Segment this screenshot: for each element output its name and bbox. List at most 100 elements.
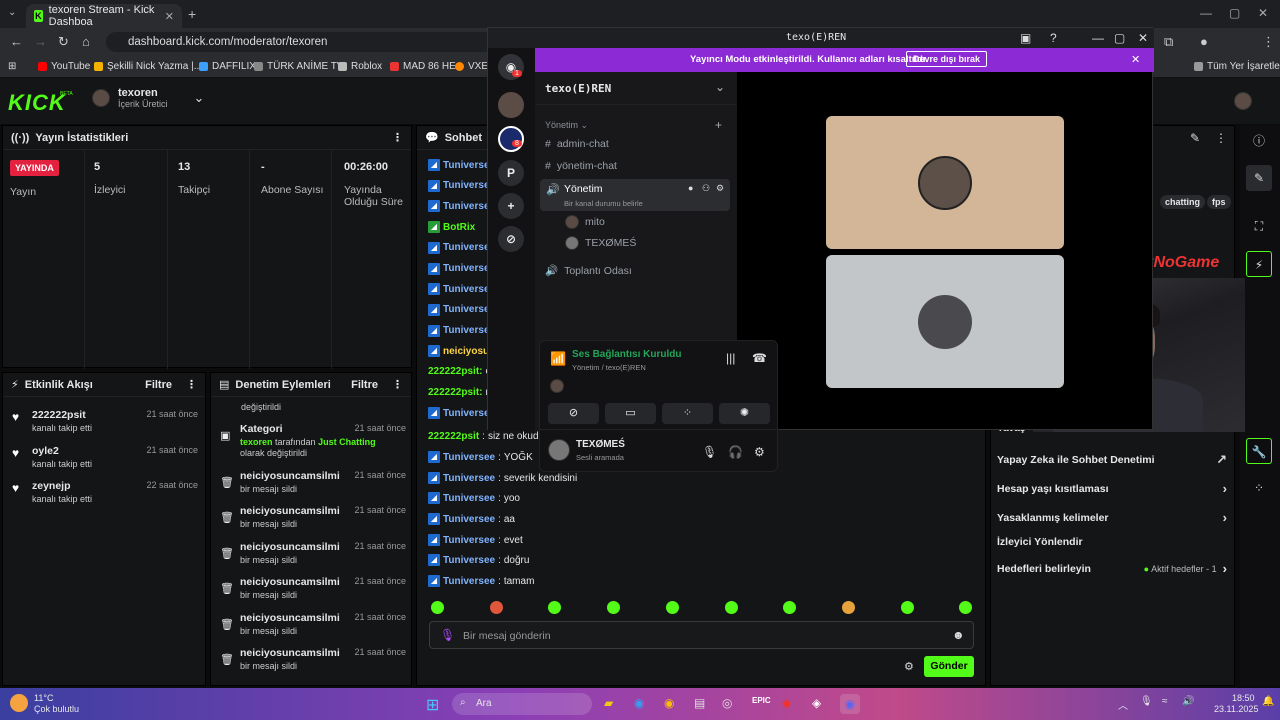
- screen-icon[interactable]: ⛶: [1246, 213, 1272, 239]
- emoji-icon[interactable]: ☻: [952, 628, 965, 642]
- channel-switcher[interactable]: texoren İçerik Üretici ⌄: [92, 87, 204, 109]
- mic-icon[interactable]: 🎙: [702, 445, 717, 459]
- apps-grid-icon[interactable]: ⁘: [1246, 475, 1272, 501]
- tag-chip[interactable]: fps: [1207, 195, 1231, 209]
- headphones-icon[interactable]: 🎧: [728, 445, 743, 459]
- wrench-icon[interactable]: 🔧: [1246, 438, 1272, 464]
- emote-icon[interactable]: [841, 601, 855, 614]
- help-icon[interactable]: ?: [1050, 31, 1057, 45]
- panel-menu-icon[interactable]: ⋮: [1215, 131, 1227, 145]
- minimize-icon[interactable]: —: [1200, 6, 1212, 20]
- voice-member[interactable]: mito: [565, 215, 605, 229]
- forward-icon[interactable]: →: [34, 34, 47, 49]
- bookmark-youtube[interactable]: YouTube: [38, 61, 90, 72]
- add-server-icon[interactable]: +: [498, 193, 524, 219]
- tab-list-icon[interactable]: ⌄: [8, 7, 16, 18]
- notification-icon[interactable]: 🔔: [1262, 696, 1274, 707]
- extensions-icon[interactable]: ⧉: [1164, 34, 1173, 50]
- file-explorer-icon[interactable]: ▰: [604, 696, 613, 710]
- moderation-filter-button[interactable]: Filtre: [351, 379, 378, 391]
- start-icon[interactable]: ⊞: [426, 695, 439, 715]
- send-button[interactable]: Gönder: [924, 656, 974, 677]
- connection-status[interactable]: Ses Bağlantısı Kuruldu: [572, 349, 681, 360]
- maximize-icon[interactable]: ▢: [1229, 6, 1240, 20]
- avatar[interactable]: [548, 439, 570, 461]
- close-window-icon[interactable]: ✕: [1258, 6, 1268, 20]
- emote-icon[interactable]: [665, 601, 679, 614]
- activity-filter-button[interactable]: Filtre: [145, 379, 172, 391]
- close-tab-icon[interactable]: ✕: [165, 10, 174, 23]
- add-channel-icon[interactable]: +: [715, 118, 722, 132]
- apps-icon[interactable]: ⊞: [8, 61, 16, 72]
- user-settings-icon[interactable]: ⚙: [754, 445, 765, 459]
- account-age-row[interactable]: Hesap yaşı kısıtlaması ›: [997, 481, 1227, 496]
- banned-words-row[interactable]: Yasaklanmış kelimeler ›: [997, 510, 1227, 525]
- video-tile[interactable]: [826, 255, 1064, 388]
- minimize-icon[interactable]: —: [1092, 31, 1104, 45]
- soundboard-icon[interactable]: ✺: [719, 403, 770, 424]
- emote-icon[interactable]: [607, 601, 621, 614]
- activity-menu-icon[interactable]: ⋮: [186, 378, 197, 391]
- emote-icon[interactable]: [431, 601, 444, 614]
- ai-moderation-row[interactable]: Yapay Zeka ile Sohbet Denetimi ↗: [997, 452, 1227, 468]
- chrome-icon[interactable]: ◉: [664, 696, 674, 710]
- wifi-icon[interactable]: ≈: [1162, 696, 1168, 707]
- maximize-icon[interactable]: ▢: [1114, 31, 1125, 45]
- disable-streamer-mode-button[interactable]: Devre dışı bırak: [906, 51, 988, 67]
- stats-menu-icon[interactable]: ⋮: [392, 131, 403, 144]
- disconnect-icon[interactable]: ☎: [752, 351, 767, 365]
- server-name[interactable]: texo(E)REN: [545, 82, 611, 95]
- pencil-icon[interactable]: ✎: [1246, 165, 1272, 191]
- moderation-menu-icon[interactable]: ⋮: [392, 378, 403, 391]
- steam-icon[interactable]: ◎: [722, 696, 732, 710]
- discord-taskbar-icon[interactable]: ◉: [840, 694, 860, 714]
- bookmark-vxe[interactable]: VXE: [455, 61, 488, 72]
- close-icon[interactable]: ✕: [1138, 31, 1148, 45]
- screen-share-icon[interactable]: ▭: [605, 403, 656, 424]
- add-member-icon[interactable]: ⚇: [702, 183, 710, 194]
- goals-row[interactable]: Hedefleri belirleyin ● Aktif hedefler - …: [997, 561, 1227, 576]
- home-icon[interactable]: ⌂: [82, 34, 90, 49]
- channel-admin-chat[interactable]: # admin-chat: [545, 138, 609, 150]
- channel-yonetim-chat[interactable]: # yönetim-chat: [545, 160, 617, 172]
- profile-avatar[interactable]: ●: [1200, 34, 1208, 49]
- edge-icon[interactable]: ◉: [634, 696, 644, 710]
- close-banner-icon[interactable]: ✕: [1131, 53, 1140, 66]
- search-box[interactable]: ⌕ Ara: [452, 693, 592, 715]
- bookmark-turk-anime[interactable]: TÜRK ANİME TV: [254, 61, 344, 72]
- weather-icon[interactable]: [10, 694, 28, 712]
- app-icon[interactable]: ◈: [812, 696, 821, 710]
- voice-status[interactable]: Bir kanal durumu belirle: [564, 199, 643, 208]
- chat-settings-icon[interactable]: ⚙: [904, 660, 914, 673]
- redirect-viewers-row[interactable]: İzleyici Yönlendir: [997, 536, 1227, 548]
- emote-icon[interactable]: [489, 601, 503, 614]
- kick-logo[interactable]: KICK: [8, 90, 66, 116]
- voice-channel-meeting[interactable]: 🔊 Toplantı Odası: [545, 264, 632, 278]
- server-letter-icon[interactable]: P: [498, 160, 524, 186]
- voice-channel-active[interactable]: 🔊 Yönetim Bir kanal durumu belirle ● ⚇ ⚙: [540, 179, 730, 211]
- back-icon[interactable]: ←: [10, 34, 23, 49]
- reload-icon[interactable]: ↻: [58, 34, 69, 50]
- new-tab-button[interactable]: +: [188, 6, 196, 22]
- epic-games-icon[interactable]: EPIC: [752, 696, 771, 705]
- bookmark-roblox[interactable]: Roblox: [338, 61, 382, 72]
- menu-icon[interactable]: ⋮: [1262, 34, 1275, 50]
- tray-chevron-icon[interactable]: ︿: [1118, 697, 1128, 712]
- tray-mic-icon[interactable]: 🎙: [1140, 696, 1153, 707]
- bookmark-mad86[interactable]: MAD 86 HE: [390, 61, 456, 72]
- user-avatar[interactable]: [1234, 92, 1252, 110]
- edit-icon[interactable]: ✎: [1190, 131, 1200, 145]
- noise-icon[interactable]: |||: [726, 351, 735, 365]
- volume-icon[interactable]: 🔊: [1182, 696, 1194, 707]
- browser-tab[interactable]: K texoren Stream - Kick Dashboa ✕: [26, 4, 182, 28]
- store-icon[interactable]: ▤: [694, 696, 705, 710]
- app-icon[interactable]: ◆: [782, 696, 791, 710]
- inbox-icon[interactable]: ▣: [1020, 31, 1031, 45]
- lightning-icon[interactable]: ⚡: [1246, 251, 1272, 277]
- voice-member[interactable]: TEXØMEŚ: [565, 236, 636, 250]
- info-icon[interactable]: ⓘ: [1246, 128, 1272, 154]
- tag-chip[interactable]: chatting: [1160, 195, 1205, 209]
- emote-icon[interactable]: [900, 601, 914, 614]
- server-icon[interactable]: [498, 92, 524, 118]
- chevron-down-icon[interactable]: ⌄: [715, 80, 725, 94]
